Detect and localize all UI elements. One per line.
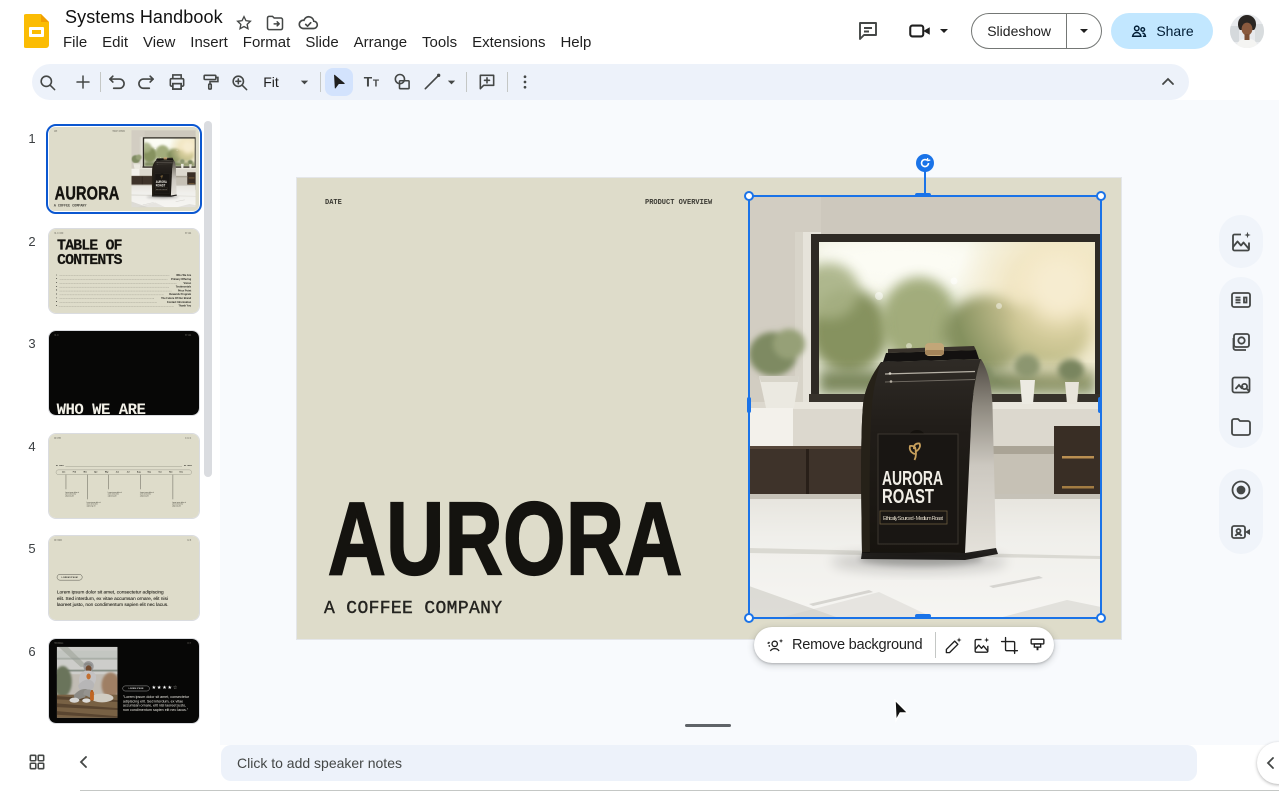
svg-text:T: T	[373, 79, 380, 90]
svg-text:T: T	[364, 75, 373, 90]
